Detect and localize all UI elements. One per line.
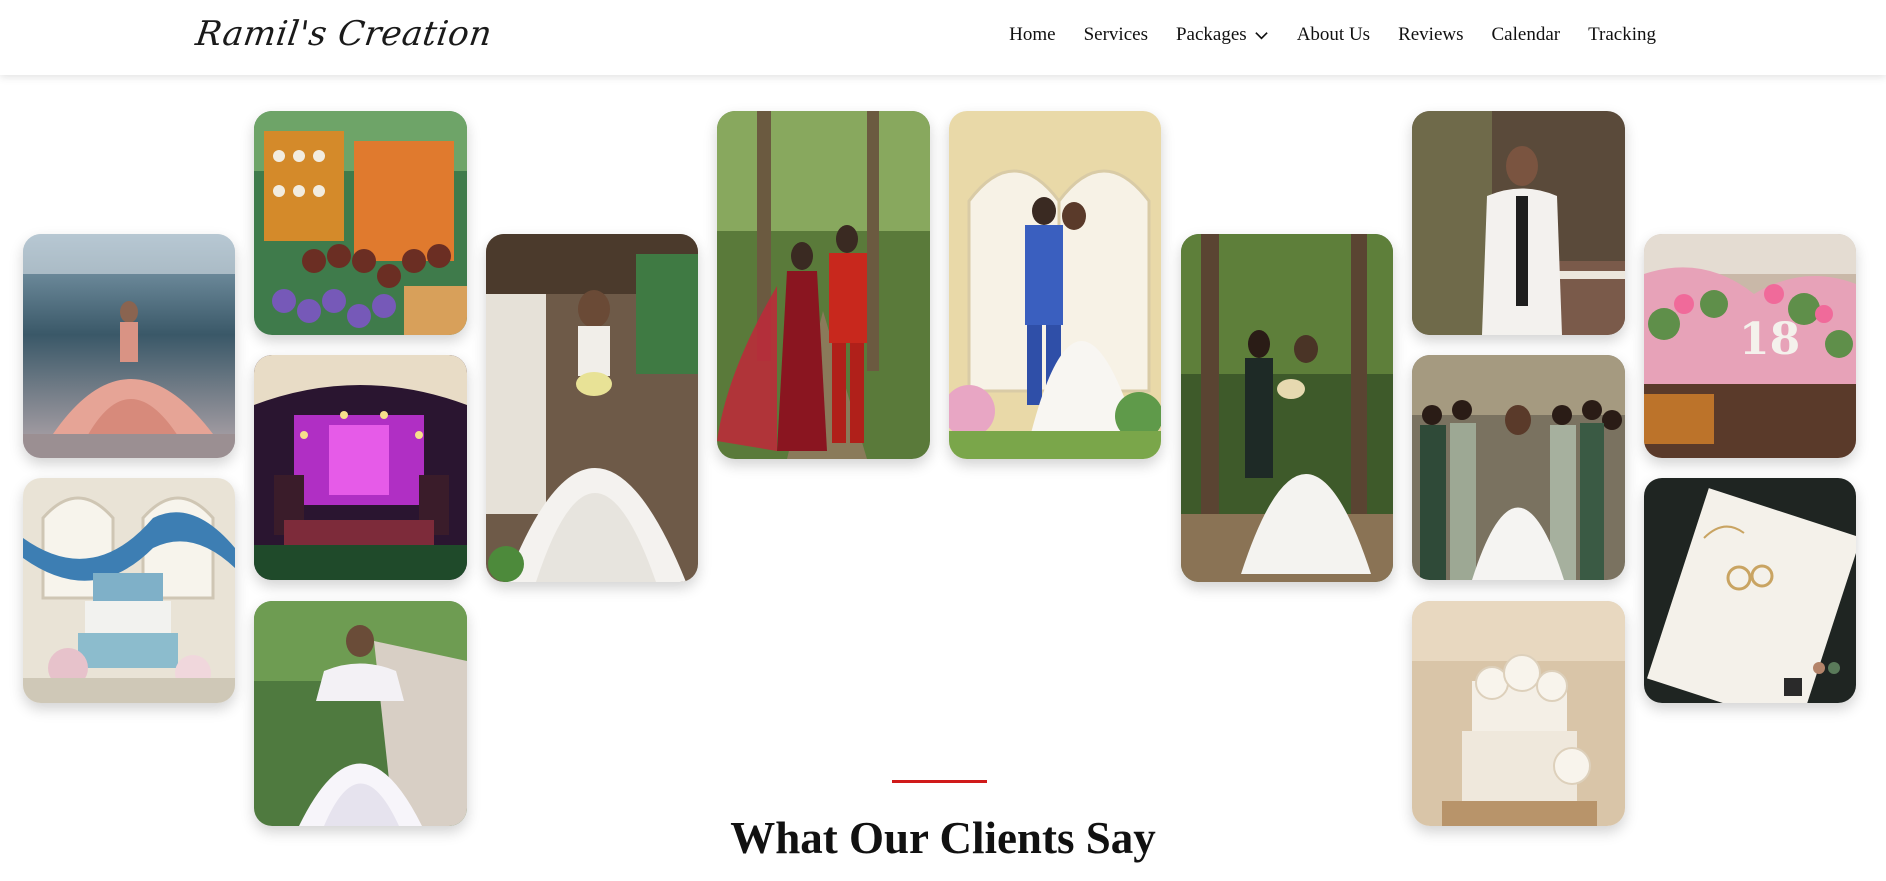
gallery-photo[interactable] xyxy=(254,111,467,335)
gallery-photo[interactable] xyxy=(23,234,235,458)
gallery-photo[interactable]: 18 xyxy=(1644,234,1856,458)
gallery-photo[interactable] xyxy=(1412,601,1625,826)
photo-wedding-cake-blue-drapes xyxy=(23,478,235,703)
nav-calendar[interactable]: Calendar xyxy=(1492,24,1561,46)
chevron-down-icon xyxy=(1254,31,1268,40)
nav-services[interactable]: Services xyxy=(1084,24,1148,46)
nav-packages[interactable]: Packages xyxy=(1176,24,1269,46)
photo-floral-18-stage-backdrop: 18 xyxy=(1644,234,1856,458)
photo-couple-in-red-forest xyxy=(717,111,930,459)
nav-services-label: Services xyxy=(1083,24,1148,45)
nav-home-label: Home xyxy=(1009,24,1056,45)
nav-tracking[interactable]: Tracking xyxy=(1588,24,1656,46)
gallery-photo[interactable] xyxy=(1412,111,1625,335)
nav-home[interactable]: Home xyxy=(1009,24,1055,46)
photo-bride-with-friend-forest xyxy=(1181,234,1393,582)
section-accent-line xyxy=(892,780,987,783)
nav-about-us-label: About Us xyxy=(1296,24,1371,45)
photo-white-rose-wedding-cake xyxy=(1412,601,1625,826)
gallery-photo[interactable] xyxy=(1412,355,1625,580)
photo-debutante-pink-gown xyxy=(23,234,235,458)
photo-wedding-rings-invitation xyxy=(1644,478,1856,703)
photo-bride-with-bridesmaids xyxy=(1412,355,1625,580)
nav-tracking-label: Tracking xyxy=(1588,24,1656,45)
gallery-photo[interactable] xyxy=(1181,234,1393,582)
gallery-photo[interactable] xyxy=(486,234,698,582)
photo-bride-in-white-gown xyxy=(486,234,698,582)
nav-packages-label: Packages xyxy=(1175,24,1247,45)
gallery-photo[interactable] xyxy=(949,111,1161,459)
photo-girl-white-puff-dress xyxy=(254,601,467,826)
photo-purple-lit-reception-hall xyxy=(254,355,467,580)
nav-reviews-label: Reviews xyxy=(1398,24,1464,45)
photo-groom-white-tuxedo xyxy=(1412,111,1625,335)
photo-couple-at-arch-stage xyxy=(949,111,1161,459)
navbar: Ramil's Creation Home Services Packages … xyxy=(0,0,1886,75)
gallery-photo[interactable] xyxy=(717,111,930,459)
nav-about-us[interactable]: About Us xyxy=(1297,24,1370,46)
gallery-photo[interactable] xyxy=(23,478,235,703)
nav-menu: Home Services Packages About Us Reviews … xyxy=(1009,24,1656,46)
svg-text:18: 18 xyxy=(1739,314,1800,365)
gallery-photo[interactable] xyxy=(254,355,467,580)
brand-logo[interactable]: Ramil's Creation xyxy=(193,14,494,54)
photo-cupcake-dessert-table xyxy=(254,111,467,335)
gallery-photo[interactable] xyxy=(254,601,467,826)
testimonials-title: What Our Clients Say xyxy=(730,813,1156,863)
nav-reviews[interactable]: Reviews xyxy=(1398,24,1463,46)
gallery-photo[interactable] xyxy=(1644,478,1856,703)
nav-calendar-label: Calendar xyxy=(1491,24,1561,45)
